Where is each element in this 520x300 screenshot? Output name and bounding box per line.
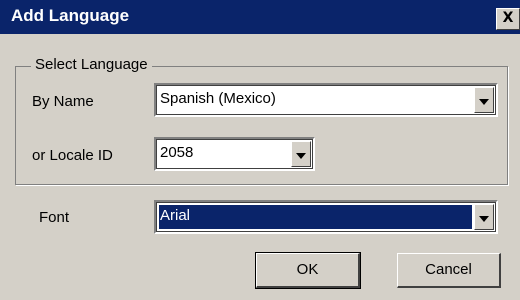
dialog-title: Add Language bbox=[11, 6, 130, 25]
ok-button[interactable]: OK bbox=[255, 252, 361, 289]
close-button[interactable]: X bbox=[496, 8, 520, 30]
chevron-down-icon bbox=[479, 99, 489, 105]
add-language-dialog: Add Language X Select Language By Name S… bbox=[0, 0, 520, 300]
close-icon: X bbox=[502, 10, 514, 26]
title-bar[interactable]: Add Language X bbox=[0, 0, 520, 34]
chevron-down-icon bbox=[296, 153, 306, 159]
by-name-value: Spanish (Mexico) bbox=[160, 90, 276, 107]
font-dropdown-button[interactable] bbox=[474, 204, 494, 230]
locale-id-dropdown-button[interactable] bbox=[291, 141, 311, 167]
chevron-down-icon bbox=[479, 216, 489, 222]
font-label: Font bbox=[39, 209, 70, 226]
group-legend: Select Language bbox=[31, 56, 152, 73]
locale-id-label: or Locale ID bbox=[32, 147, 113, 164]
locale-id-value: 2058 bbox=[160, 144, 194, 161]
cancel-button[interactable]: Cancel bbox=[397, 253, 501, 288]
font-dropdown[interactable]: Arial bbox=[154, 200, 498, 234]
font-value: Arial bbox=[159, 205, 472, 229]
by-name-dropdown-button[interactable] bbox=[474, 87, 494, 113]
by-name-label: By Name bbox=[32, 93, 94, 110]
by-name-dropdown[interactable]: Spanish (Mexico) bbox=[154, 83, 498, 117]
locale-id-dropdown[interactable]: 2058 bbox=[154, 137, 315, 171]
